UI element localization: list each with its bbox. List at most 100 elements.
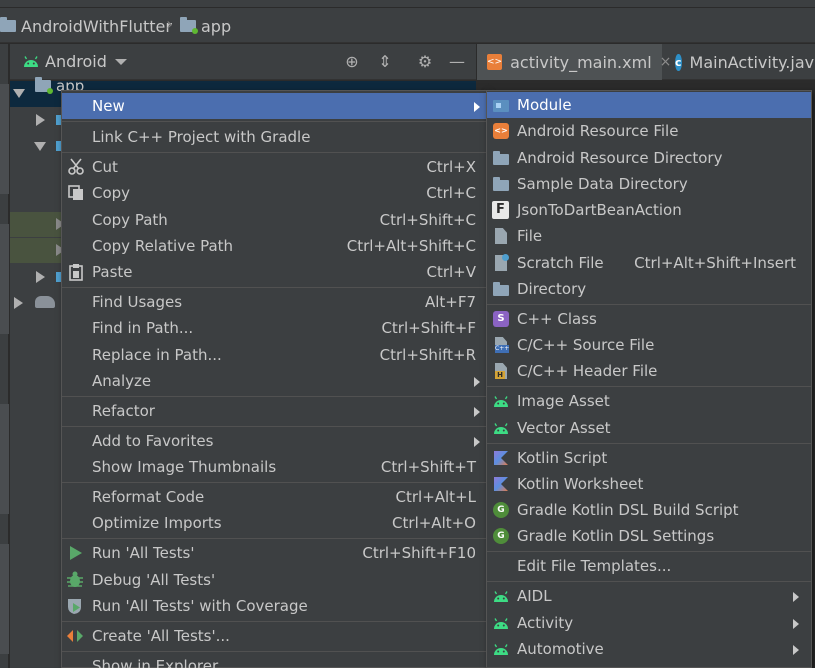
- menu-item-label: Find in Path...: [92, 319, 194, 337]
- menu-item-paste[interactable]: Paste Ctrl+V: [62, 259, 486, 285]
- menu-item-shortcut: Ctrl+Alt+O: [392, 514, 476, 532]
- menu-item-label: Activity: [517, 614, 574, 632]
- menu-item-find-usages[interactable]: Find Usages Alt+F7: [62, 289, 486, 315]
- menu-item-module[interactable]: Module: [487, 92, 811, 118]
- menu-item-label: Edit File Templates...: [517, 557, 672, 575]
- menu-item-refactor[interactable]: Refactor: [62, 398, 486, 424]
- tab-mainactivity-java[interactable]: c MainActivity.java: [667, 44, 815, 80]
- cpp-header-icon: H: [492, 362, 510, 380]
- menu-item-analyze[interactable]: Analyze: [62, 368, 486, 394]
- breadcrumb-module[interactable]: app: [180, 15, 231, 37]
- menu-item-sample-data-directory[interactable]: Sample Data Directory: [487, 171, 811, 197]
- locate-target-icon[interactable]: ⊕: [343, 53, 361, 71]
- xml-file-icon: <>: [487, 54, 503, 70]
- menu-separator: [487, 386, 811, 387]
- menu-item-show-in-explorer[interactable]: Show in Explorer: [62, 653, 486, 668]
- chevron-down-icon[interactable]: [115, 59, 127, 65]
- menu-item-activity[interactable]: Activity: [487, 610, 811, 636]
- tab-activity-main-xml[interactable]: <> activity_main.xml ×: [477, 44, 671, 80]
- menu-item-run-with-coverage[interactable]: Run 'All Tests' with Coverage: [62, 593, 486, 619]
- menu-item-gradle-settings[interactable]: G Gradle Kotlin DSL Settings: [487, 523, 811, 549]
- menu-item-kotlin-script[interactable]: Kotlin Script: [487, 445, 811, 471]
- left-tool-strip: [0, 44, 9, 668]
- menu-item-label: Show Image Thumbnails: [92, 458, 277, 476]
- expand-arrow-icon[interactable]: [36, 114, 45, 126]
- menu-separator: [62, 621, 486, 622]
- menu-item-label: Copy Path: [92, 211, 168, 229]
- create-test-icon: [67, 630, 83, 642]
- menu-item-optimize-imports[interactable]: Optimize Imports Ctrl+Alt+O: [62, 510, 486, 536]
- menu-item-copy-path[interactable]: Copy Path Ctrl+Shift+C: [62, 207, 486, 233]
- expand-arrow-icon[interactable]: [36, 271, 45, 283]
- android-icon: [494, 644, 508, 655]
- menu-item-label: Optimize Imports: [92, 514, 222, 532]
- menu-item-replace-in-path[interactable]: Replace in Path... Ctrl+Shift+R: [62, 342, 486, 368]
- menu-separator: [62, 121, 486, 122]
- android-icon: [494, 423, 508, 434]
- menu-item-run-all-tests[interactable]: Run 'All Tests' Ctrl+Shift+F10: [62, 540, 486, 566]
- favorites-tab[interactable]: [0, 404, 9, 514]
- tab-label: activity_main.xml: [510, 52, 652, 72]
- navigation-bar: AndroidWithFlutter › app: [0, 0, 815, 43]
- resource-manager-tab[interactable]: [0, 84, 9, 194]
- menu-item-label: Sample Data Directory: [517, 175, 688, 193]
- menu-item-copy-relative-path[interactable]: Copy Relative Path Ctrl+Alt+Shift+C: [62, 233, 486, 259]
- menu-item-label: Replace in Path...: [92, 346, 222, 364]
- menu-item-kotlin-worksheet[interactable]: Kotlin Worksheet: [487, 471, 811, 497]
- menu-item-cpp-header-file[interactable]: H C/C++ Header File: [487, 358, 811, 384]
- editor-tab-bar: <> activity_main.xml × c MainActivity.ja…: [477, 44, 815, 80]
- submenu-arrow-icon: [793, 592, 799, 602]
- menu-item-new[interactable]: New: [62, 93, 486, 119]
- menu-item-android-resource-directory[interactable]: Android Resource Directory: [487, 145, 811, 171]
- clipboard-icon: [69, 264, 83, 281]
- menu-item-show-image-thumbnails[interactable]: Show Image Thumbnails Ctrl+Shift+T: [62, 454, 486, 480]
- menu-item-scratch-file[interactable]: Scratch File Ctrl+Alt+Shift+Insert: [487, 250, 811, 276]
- menu-item-reformat-code[interactable]: Reformat Code Ctrl+Alt+L: [62, 484, 486, 510]
- new-submenu: Module <> Android Resource File Android …: [486, 90, 812, 668]
- menu-item-aidl[interactable]: AIDL: [487, 583, 811, 609]
- menu-item-directory[interactable]: Directory: [487, 276, 811, 302]
- hide-panel-icon[interactable]: —: [448, 53, 466, 71]
- menu-item-edit-file-templates[interactable]: Edit File Templates...: [487, 553, 811, 579]
- menu-item-create-all-tests[interactable]: Create 'All Tests'...: [62, 623, 486, 649]
- gear-icon[interactable]: ⚙: [416, 53, 434, 71]
- menu-item-vector-asset[interactable]: Vector Asset: [487, 415, 811, 441]
- expand-arrow-icon[interactable]: [13, 89, 25, 98]
- menu-item-cut[interactable]: Cut Ctrl+X: [62, 154, 486, 180]
- menu-separator: [487, 443, 811, 444]
- menu-item-find-in-path[interactable]: Find in Path... Ctrl+Shift+F: [62, 315, 486, 341]
- menu-item-label: Paste: [92, 263, 133, 281]
- menu-item-label: Refactor: [92, 402, 155, 420]
- menu-item-gradle-build-script[interactable]: G Gradle Kotlin DSL Build Script: [487, 497, 811, 523]
- folder-icon: [492, 280, 510, 298]
- menu-item-image-asset[interactable]: Image Asset: [487, 388, 811, 414]
- menu-item-shortcut: Ctrl+Alt+Shift+Insert: [634, 254, 796, 272]
- menu-item-cpp-source-file[interactable]: C++ C/C++ Source File: [487, 332, 811, 358]
- menu-item-file[interactable]: File: [487, 223, 811, 249]
- project-view-selector[interactable]: Android: [45, 52, 107, 71]
- expand-arrow-icon[interactable]: [34, 142, 46, 151]
- breadcrumb-separator-icon: ›: [166, 14, 174, 35]
- menu-item-cpp-class[interactable]: S C++ Class: [487, 306, 811, 332]
- menu-item-json-to-dart[interactable]: F JsonToDartBeanAction: [487, 197, 811, 223]
- menu-item-link-cpp[interactable]: Link C++ Project with Gradle: [62, 124, 486, 150]
- menu-item-automotive[interactable]: Automotive: [487, 636, 811, 662]
- menu-item-label: Vector Asset: [517, 419, 611, 437]
- project-tab[interactable]: [0, 224, 9, 334]
- menu-item-label: C/C++ Header File: [517, 362, 658, 380]
- menu-strip: [0, 0, 815, 8]
- menu-item-label: Run 'All Tests': [92, 544, 195, 562]
- submenu-arrow-icon: [474, 377, 480, 387]
- menu-item-label: JsonToDartBeanAction: [517, 201, 682, 219]
- file-icon: [492, 227, 510, 245]
- folder-icon: [492, 149, 510, 167]
- menu-item-add-to-favorites[interactable]: Add to Favorites: [62, 428, 486, 454]
- menu-item-android-resource-file[interactable]: <> Android Resource File: [487, 118, 811, 144]
- build-variants-tab[interactable]: [0, 544, 9, 654]
- collapse-all-icon[interactable]: ⇕: [376, 53, 394, 71]
- breadcrumb-project[interactable]: AndroidWithFlutter: [0, 15, 172, 37]
- menu-item-copy[interactable]: Copy Ctrl+C: [62, 180, 486, 206]
- menu-item-label: Kotlin Worksheet: [517, 475, 644, 493]
- expand-arrow-icon[interactable]: [14, 297, 23, 309]
- menu-item-debug-all-tests[interactable]: Debug 'All Tests': [62, 567, 486, 593]
